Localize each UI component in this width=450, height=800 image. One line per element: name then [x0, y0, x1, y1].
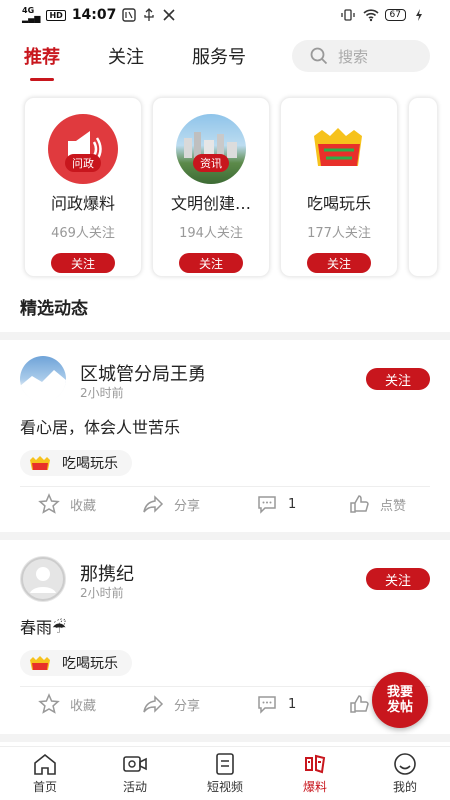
post-time: 2小时前 [80, 586, 124, 600]
card-partial[interactable] [408, 97, 438, 277]
charging-icon [414, 8, 428, 22]
follow-button[interactable]: 关注 [366, 368, 430, 390]
food-fun-logo-icon [30, 656, 50, 670]
like-button[interactable]: 点赞 [348, 493, 406, 515]
card-wenzheng[interactable]: 问政 问政爆料 469人关注 关注 [24, 97, 142, 277]
thumbs-up-icon [350, 695, 369, 713]
topic-label: 吃喝玩乐 [62, 456, 118, 472]
share-button[interactable]: 分享 [142, 493, 200, 515]
card-follow-count: 469人关注 [51, 226, 115, 241]
share-icon [143, 495, 164, 513]
city-photo [176, 114, 246, 184]
card-name: 吃喝玩乐 [306, 194, 371, 213]
section-title: 精选动态 [20, 299, 88, 319]
divider [0, 532, 450, 540]
tab-recommend[interactable]: 推荐 [24, 43, 60, 81]
megaphone-icon [48, 114, 118, 184]
comment-icon [258, 696, 276, 714]
card-name: 文明创建… [170, 194, 251, 213]
like-button[interactable] [348, 693, 370, 715]
hd-badge: HD [46, 9, 66, 21]
share-button[interactable]: 分享 [142, 693, 200, 715]
nav-home[interactable]: 首页 [0, 747, 90, 800]
collect-button[interactable]: 收藏 [38, 493, 96, 515]
search-input[interactable]: 搜索 [292, 40, 430, 72]
card-civilization[interactable]: 资讯 文明创建… 194人关注 关注 [152, 97, 270, 277]
topic-tag[interactable]: 吃喝玩乐 [20, 450, 132, 476]
tab-follow[interactable]: 关注 [108, 43, 144, 69]
wenzheng-logo-icon [305, 754, 326, 774]
search-icon [310, 47, 328, 65]
card-tag: 问政 [65, 154, 101, 172]
tab-service[interactable]: 服务号 [192, 43, 246, 69]
comment-button[interactable]: 1 [256, 693, 296, 715]
topic-label: 吃喝玩乐 [62, 656, 118, 672]
signal-icon: 4G ▂▄▆ [22, 6, 41, 23]
share-icon [143, 695, 164, 713]
nav-activity[interactable]: 活动 [90, 747, 180, 800]
star-icon [38, 493, 60, 514]
collect-button[interactable]: 收藏 [38, 693, 96, 715]
nav-baoliao[interactable]: 爆料 [270, 747, 360, 800]
video-camera-icon [123, 756, 147, 772]
follow-button[interactable]: 关注 [307, 253, 371, 273]
follow-button[interactable]: 关注 [179, 253, 243, 273]
nav-short-video[interactable]: 短视频 [180, 747, 270, 800]
usb-icon [142, 8, 156, 22]
card-follow-count: 194人关注 [179, 226, 243, 241]
search-placeholder: 搜索 [338, 47, 369, 66]
author-name[interactable]: 区城管分局王勇 [80, 360, 206, 386]
comment-button[interactable]: 1 [256, 493, 296, 515]
wifi-icon [362, 8, 379, 22]
card-food-fun[interactable]: 吃喝玩乐 177人关注 关注 [280, 97, 398, 277]
new-post-fab[interactable]: 我要 发帖 [372, 672, 428, 728]
comment-icon [258, 496, 276, 514]
topic-tag[interactable]: 吃喝玩乐 [20, 650, 132, 676]
smiley-icon [394, 753, 416, 775]
divider [0, 734, 450, 742]
top-tabs: 推荐 关注 服务号 搜索 [0, 30, 450, 82]
author-name[interactable]: 那携纪 [80, 560, 134, 586]
tools-icon [162, 8, 176, 22]
food-fun-logo-icon [304, 114, 374, 184]
status-bar: 4G ▂▄▆ HD 14:07 67 [0, 0, 450, 30]
post-actions: 收藏 分享 1 点赞 [0, 486, 450, 522]
notification-icon [122, 8, 137, 22]
card-tag: 资讯 [193, 154, 229, 172]
battery-indicator: 67 [384, 9, 406, 21]
card-name: 问政爆料 [50, 194, 115, 213]
clock: 14:07 [71, 7, 117, 23]
post-content[interactable]: 春雨☔ [20, 614, 66, 638]
bottom-nav: 首页 活动 短视频 爆料 我的 [0, 746, 450, 800]
short-video-icon [216, 753, 234, 775]
post-time: 2小时前 [80, 386, 124, 400]
home-icon [34, 753, 56, 775]
vibrate-icon [340, 8, 355, 22]
follow-button[interactable]: 关注 [366, 568, 430, 590]
divider [0, 332, 450, 340]
avatar[interactable] [20, 356, 66, 402]
nav-mine[interactable]: 我的 [360, 747, 450, 800]
food-fun-logo-icon [30, 456, 50, 470]
default-avatar-icon [21, 557, 65, 601]
avatar[interactable] [20, 556, 66, 602]
post-content[interactable]: 看心居，体会人世苦乐 [20, 414, 180, 438]
follow-button[interactable]: 关注 [51, 253, 115, 273]
card-follow-count: 177人关注 [307, 226, 371, 241]
star-icon [38, 693, 60, 714]
thumbs-up-icon [350, 495, 369, 513]
recommend-cards: 问政 问政爆料 469人关注 关注 资讯 文明创建… 194人关注 关注 吃喝玩… [24, 97, 438, 277]
